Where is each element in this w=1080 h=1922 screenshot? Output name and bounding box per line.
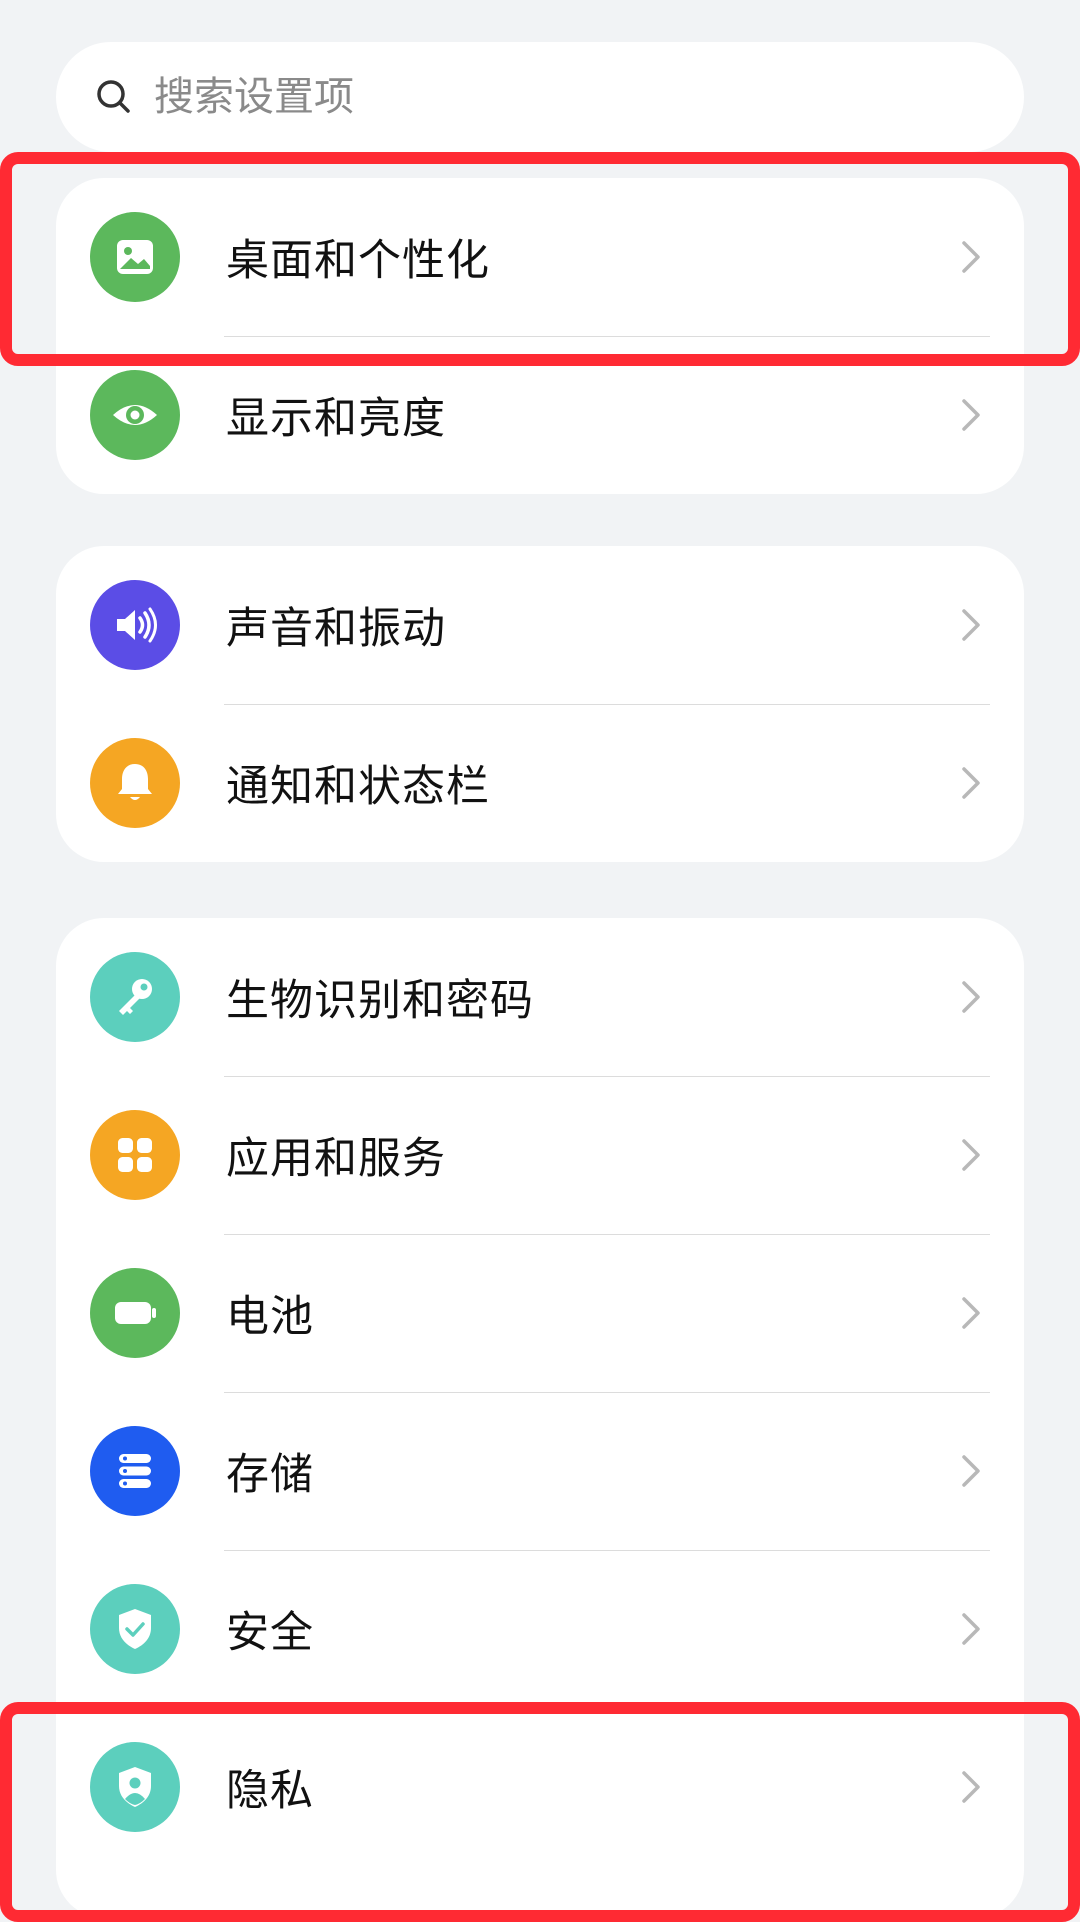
chevron-right-icon — [962, 399, 980, 431]
settings-item-notifications-statusbar[interactable]: 通知和状态栏 — [56, 704, 1024, 862]
bell-icon — [90, 738, 180, 828]
settings-item-biometrics-password[interactable]: 生物识别和密码 — [56, 918, 1024, 1076]
privacy-shield-icon — [90, 1742, 180, 1832]
settings-group-sound-notifications: 声音和振动 通知和状态栏 — [56, 546, 1024, 862]
chevron-right-icon — [962, 1771, 980, 1803]
eye-icon — [90, 370, 180, 460]
speaker-icon — [90, 580, 180, 670]
chevron-right-icon — [962, 1139, 980, 1171]
settings-group-personalization: 桌面和个性化 显示和亮度 — [56, 178, 1024, 494]
key-icon — [90, 952, 180, 1042]
shield-check-icon — [90, 1584, 180, 1674]
wallpaper-icon — [90, 212, 180, 302]
apps-grid-icon — [90, 1110, 180, 1200]
chevron-right-icon — [962, 609, 980, 641]
settings-item-label: 隐私 — [226, 1766, 314, 1816]
chevron-right-icon — [962, 1613, 980, 1645]
settings-item-security[interactable]: 安全 — [56, 1550, 1024, 1708]
settings-item-label: 通知和状态栏 — [226, 762, 490, 812]
settings-item-label: 存储 — [226, 1450, 314, 1500]
chevron-right-icon — [962, 981, 980, 1013]
chevron-right-icon — [962, 241, 980, 273]
chevron-right-icon — [962, 1455, 980, 1487]
search-icon — [97, 80, 130, 113]
battery-icon — [90, 1268, 180, 1358]
settings-group-system: 生物识别和密码 应用和服务 电池 存储 安全 隐私 — [56, 918, 1024, 1918]
settings-item-desktop-personalization[interactable]: 桌面和个性化 — [56, 178, 1024, 336]
settings-item-apps-services[interactable]: 应用和服务 — [56, 1076, 1024, 1234]
settings-item-label: 安全 — [226, 1608, 314, 1658]
chevron-right-icon — [962, 1297, 980, 1329]
search-input[interactable] — [154, 74, 854, 120]
settings-item-battery[interactable]: 电池 — [56, 1234, 1024, 1392]
settings-item-label: 生物识别和密码 — [226, 976, 534, 1026]
settings-item-display-brightness[interactable]: 显示和亮度 — [56, 336, 1024, 494]
settings-item-privacy[interactable]: 隐私 — [56, 1708, 1024, 1866]
search-bar[interactable] — [56, 42, 1024, 152]
settings-item-label: 应用和服务 — [226, 1134, 446, 1184]
settings-item-label: 电池 — [226, 1292, 314, 1342]
storage-icon — [90, 1426, 180, 1516]
settings-item-label: 声音和振动 — [226, 604, 446, 654]
settings-item-label: 桌面和个性化 — [226, 236, 490, 286]
chevron-right-icon — [962, 767, 980, 799]
settings-item-storage[interactable]: 存储 — [56, 1392, 1024, 1550]
settings-item-sound-vibration[interactable]: 声音和振动 — [56, 546, 1024, 704]
settings-item-label: 显示和亮度 — [226, 394, 446, 444]
